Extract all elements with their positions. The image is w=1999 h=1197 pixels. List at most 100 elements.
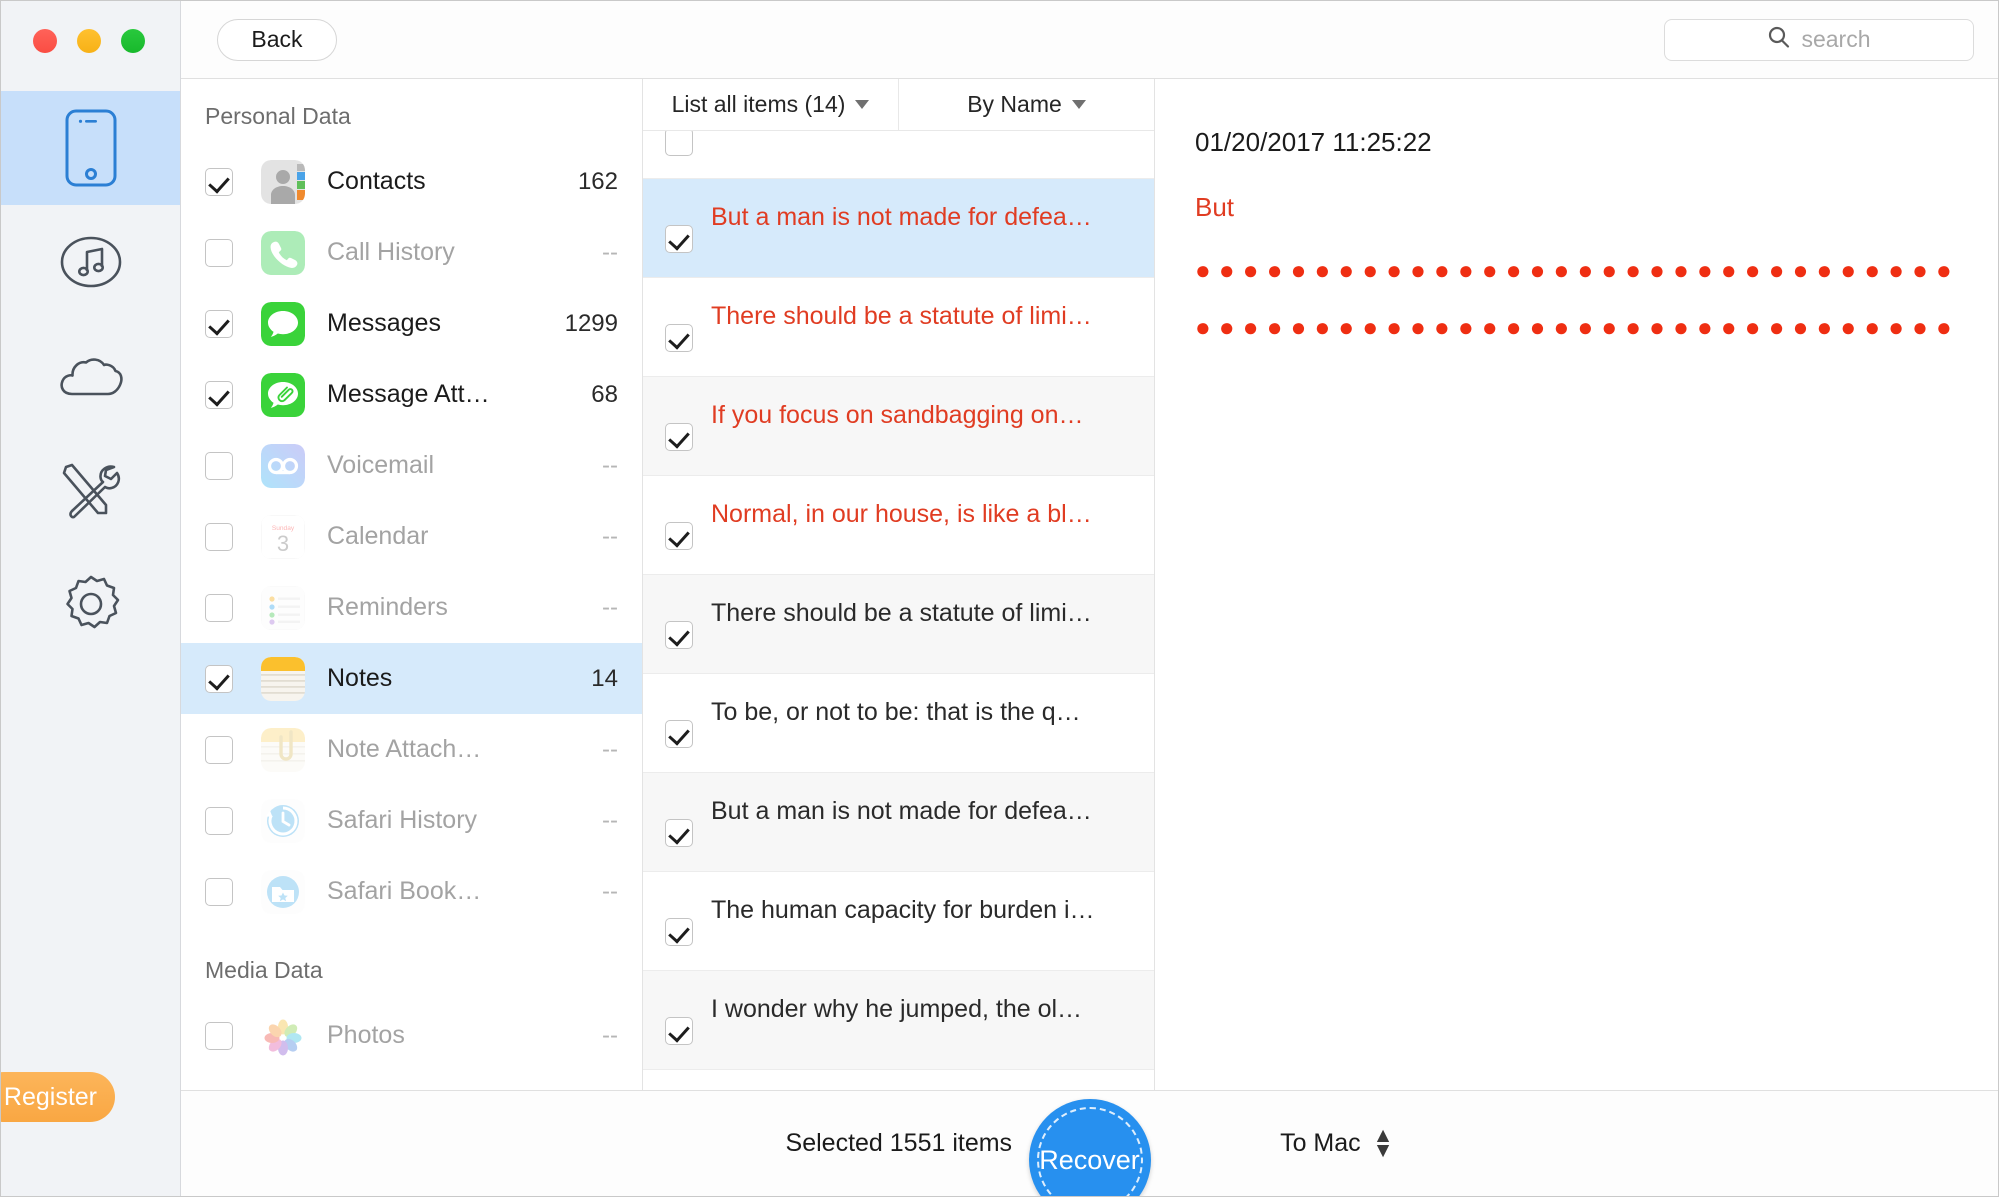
wrench-screwdriver-icon xyxy=(58,459,124,521)
category-row-contacts[interactable]: Contacts 162 xyxy=(181,146,642,217)
category-label: Calendar xyxy=(327,522,429,550)
list-item-checkbox[interactable] xyxy=(665,324,693,352)
list-item[interactable] xyxy=(643,131,1154,179)
back-button[interactable]: Back xyxy=(217,18,337,61)
zoom-button[interactable] xyxy=(121,29,145,53)
category-checkbox[interactable] xyxy=(205,593,233,622)
category-checkbox[interactable] xyxy=(205,522,233,551)
sidebar-item-icloud[interactable] xyxy=(1,319,180,433)
safari-bookmark-icon xyxy=(261,869,305,914)
destination-label: To Mac xyxy=(1280,1129,1361,1157)
sidebar-item-settings[interactable] xyxy=(1,547,180,661)
media-data-list: Photos -- xyxy=(181,1000,642,1071)
category-checkbox[interactable] xyxy=(205,735,233,764)
category-label: Safari Book… xyxy=(327,877,482,905)
category-label: Photos xyxy=(327,1021,405,1049)
category-row-voicemail[interactable]: Voicemail -- xyxy=(181,430,642,501)
sort-dropdown[interactable]: By Name xyxy=(898,79,1154,130)
list-item-label: If you focus on sandbagging on… xyxy=(711,400,1084,429)
voicemail-icon xyxy=(261,443,305,488)
photos-icon xyxy=(261,1013,305,1058)
note-attachment-icon xyxy=(261,727,305,772)
list-item[interactable]: Normal, in our house, is like a bl… xyxy=(643,476,1154,575)
list-item-checkbox[interactable] xyxy=(665,720,693,748)
category-checkbox[interactable] xyxy=(205,1021,233,1050)
category-row-messages[interactable]: Messages 1299 xyxy=(181,288,642,359)
app-window: Register Back search Personal Data Conta… xyxy=(0,0,1999,1197)
list-item[interactable]: To be, or not to be: that is the q… xyxy=(643,674,1154,773)
recover-label: Recover xyxy=(1039,1144,1140,1175)
note-masked-line-1: ●●●●●●●●●●●●●●●●●●●●●●●●●●●●●●●●●●●●●●●●… xyxy=(1195,255,1958,285)
content-body: Personal Data Contacts 162 Call History -- M… xyxy=(181,79,1998,1090)
list-item[interactable]: But a man is not made for defea… xyxy=(643,773,1154,872)
sidebar-item-toolkit[interactable] xyxy=(1,433,180,547)
category-checkbox[interactable] xyxy=(205,238,233,267)
main-area: Back search Personal Data Contacts 162 Cal… xyxy=(181,1,1998,1196)
category-count: -- xyxy=(602,735,618,763)
note-first-line: But xyxy=(1195,192,1235,222)
category-row-message-att[interactable]: Message Att… 68 xyxy=(181,359,642,430)
category-checkbox[interactable] xyxy=(205,380,233,409)
list-item-checkbox[interactable] xyxy=(665,819,693,847)
item-list-panel: List all items (14) By Name But a man is… xyxy=(643,79,1155,1090)
footer-bar: Selected 1551 items Recover To Mac ▲ ▼ xyxy=(181,1090,1998,1196)
category-checkbox[interactable] xyxy=(205,877,233,906)
list-item-checkbox[interactable] xyxy=(665,131,693,156)
list-item[interactable]: But a man is not made for defea… xyxy=(643,179,1154,278)
category-count: -- xyxy=(602,593,618,621)
list-item-checkbox[interactable] xyxy=(665,621,693,649)
list-item-checkbox[interactable] xyxy=(665,225,693,253)
category-checkbox[interactable] xyxy=(205,309,233,338)
list-item[interactable]: The human capacity for burden i… xyxy=(643,872,1154,971)
filter-dropdown[interactable]: List all items (14) xyxy=(643,79,898,130)
list-item-checkbox[interactable] xyxy=(665,522,693,550)
destination-select[interactable]: To Mac ▲ ▼ xyxy=(1280,1126,1393,1161)
search-input[interactable]: search xyxy=(1664,18,1974,61)
list-toolbar: List all items (14) By Name xyxy=(643,79,1154,131)
category-row-calendar[interactable]: Sunday 3 Calendar -- xyxy=(181,501,642,572)
category-label: Safari History xyxy=(327,806,478,834)
music-note-circle-icon xyxy=(59,230,123,294)
register-button[interactable]: Register xyxy=(1,1072,115,1122)
sidebar-item-itunes[interactable] xyxy=(1,205,180,319)
chevron-down-icon xyxy=(1071,100,1086,109)
list-item[interactable]: I wonder why he jumped, the ol… xyxy=(643,971,1154,1070)
left-rail: Register xyxy=(1,1,181,1196)
category-count: -- xyxy=(602,877,618,905)
recover-button[interactable]: Recover xyxy=(1028,1099,1151,1196)
category-count: 68 xyxy=(591,380,618,408)
rail-item-list xyxy=(1,91,180,661)
category-label: Reminders xyxy=(327,593,448,621)
list-item-checkbox[interactable] xyxy=(665,423,693,451)
list-item-label: The human capacity for burden i… xyxy=(711,895,1095,924)
category-row-photos[interactable]: Photos -- xyxy=(181,1000,642,1071)
category-row-note-attach[interactable]: Note Attach… -- xyxy=(181,714,642,785)
message-attachment-icon xyxy=(261,372,305,417)
category-row-call-history[interactable]: Call History -- xyxy=(181,217,642,288)
minimize-button[interactable] xyxy=(77,29,101,53)
close-button[interactable] xyxy=(33,29,57,53)
list-item-checkbox[interactable] xyxy=(665,918,693,946)
list-item[interactable]: There should be a statute of limi… xyxy=(643,575,1154,674)
list-item-checkbox[interactable] xyxy=(665,1017,693,1045)
category-row-safari-history[interactable]: Safari History -- xyxy=(181,785,642,856)
category-checkbox[interactable] xyxy=(205,167,233,196)
list-item[interactable]: If you focus on sandbagging on… xyxy=(643,377,1154,476)
item-list-scroll[interactable]: But a man is not made for defea… There sh… xyxy=(643,131,1154,1090)
toolbar: Back search xyxy=(181,1,1998,79)
category-row-safari-book[interactable]: Safari Book… -- xyxy=(181,856,642,927)
sidebar-item-device[interactable] xyxy=(1,91,180,205)
list-item-label: But a man is not made for defea… xyxy=(711,796,1092,825)
category-checkbox[interactable] xyxy=(205,664,233,693)
category-label: Call History xyxy=(327,238,455,266)
category-row-reminders[interactable]: Reminders -- xyxy=(181,572,642,643)
notes-icon xyxy=(261,656,305,701)
selected-count-label: Selected 1551 items xyxy=(785,1129,1013,1157)
list-item-label: But a man is not made for defea… xyxy=(711,202,1092,231)
category-checkbox[interactable] xyxy=(205,806,233,835)
category-row-notes[interactable]: Notes 14 xyxy=(181,643,642,714)
category-label: Note Attach… xyxy=(327,735,482,763)
category-count: 162 xyxy=(577,167,618,195)
list-item[interactable]: There should be a statute of limi… xyxy=(643,278,1154,377)
category-checkbox[interactable] xyxy=(205,451,233,480)
